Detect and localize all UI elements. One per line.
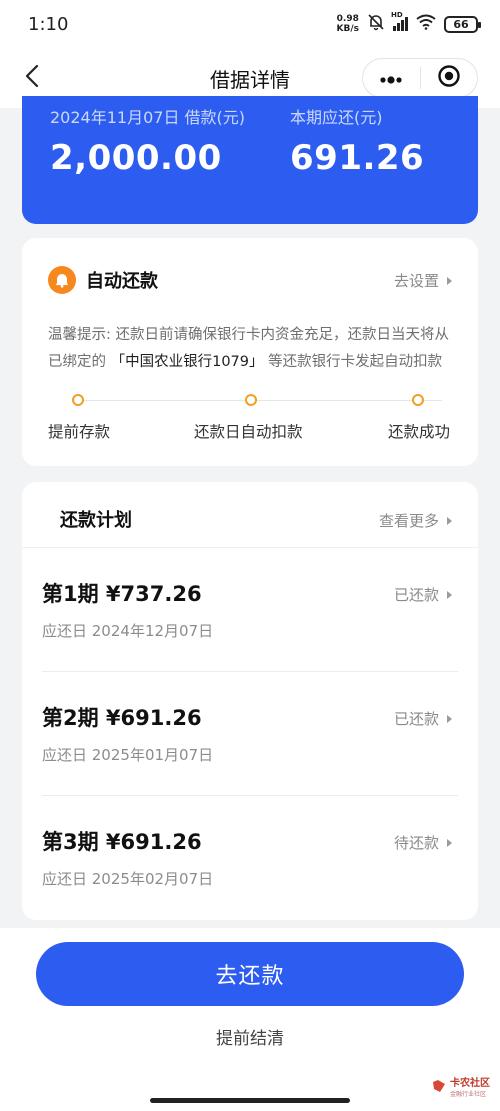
- period-amount: 第1期 ¥737.26: [42, 582, 202, 606]
- chevron-right-icon: [447, 276, 452, 285]
- back-arrow-icon: [25, 64, 39, 92]
- page: 1:10 0.98 KB/s HD 66 借据详情 2024年11月07日 借款…: [0, 0, 500, 1111]
- bound-bank-card: 「中国农业银行1079」: [110, 354, 264, 370]
- net-speed-unit: KB/s: [336, 24, 359, 34]
- net-speed: 0.98 KB/s: [337, 14, 359, 34]
- row-status-label: 已还款: [393, 586, 439, 604]
- row-status: 已还款: [394, 708, 452, 729]
- auto-repay-steps: 提前存款 还款日自动扣款 还款成功: [48, 394, 458, 444]
- chevron-right-icon: [447, 714, 452, 723]
- chevron-right-icon: [447, 516, 452, 525]
- net-speed-value: 0.98: [336, 14, 359, 24]
- page-title: 借据详情: [210, 67, 290, 92]
- view-more-link[interactable]: 查看更多: [379, 510, 452, 531]
- plan-row[interactable]: 第1期 ¥737.26 应还日 2024年12月07日 已还款: [22, 548, 478, 672]
- warm-tip-text: 温馨提示: 还款日前请确保银行卡内资金充足，还款日当天将从已绑定的 「中国农业银…: [48, 322, 458, 376]
- watermark-subtext: 金融行业社区: [450, 1091, 487, 1098]
- mute-bell-icon: [367, 13, 385, 36]
- repayment-plan-card: 还款计划 查看更多 第1期 ¥737.26 应还日 2024年12月07日 已还…: [22, 482, 478, 920]
- home-indicator[interactable]: [150, 1098, 350, 1103]
- repay-button[interactable]: 去还款: [36, 942, 464, 1006]
- plan-title: 还款计划: [60, 510, 132, 531]
- due-date: 应还日 2025年01月07日: [42, 746, 214, 764]
- row-status: 已还款: [394, 584, 452, 605]
- current-due-label: 本期应还(元): [290, 108, 383, 127]
- auto-repay-header: 自动还款: [48, 266, 158, 294]
- plan-row[interactable]: 第2期 ¥691.26 应还日 2025年01月07日 已还款: [22, 672, 478, 796]
- chevron-right-icon: [447, 590, 452, 599]
- chevron-right-icon: [447, 838, 452, 847]
- current-due-block: 本期应还(元) 691.26: [290, 104, 424, 178]
- step-dot: [412, 394, 424, 406]
- mini-program-capsule: [362, 58, 478, 98]
- back-button[interactable]: [16, 62, 48, 94]
- battery-indicator: 66: [444, 15, 481, 33]
- step-dot: [72, 394, 84, 406]
- watermark: 卡农社区 金融行业社区: [431, 1078, 490, 1098]
- loan-date-label: 2024年11月07日 借款(元): [50, 108, 246, 127]
- period-amount: 第2期 ¥691.26: [42, 706, 202, 730]
- plan-row[interactable]: 第3期 ¥691.26 应还日 2025年02月07日 待还款: [22, 796, 478, 920]
- due-date: 应还日 2024年12月07日: [42, 622, 214, 640]
- auto-repay-card: 自动还款 去设置 温馨提示: 还款日前请确保银行卡内资金充足，还款日当天将从已绑…: [22, 238, 478, 466]
- row-status-label: 已还款: [393, 710, 439, 728]
- view-more-label: 查看更多: [378, 512, 439, 530]
- status-icons: 0.98 KB/s HD 66: [337, 11, 481, 36]
- watermark-logo-icon: [431, 1078, 447, 1098]
- status-time: 1:10: [28, 13, 69, 35]
- row-status: 待还款: [394, 832, 452, 853]
- step-label-success: 还款成功: [388, 423, 451, 441]
- settings-link-label: 去设置: [393, 272, 439, 290]
- auto-repay-title: 自动还款: [86, 271, 158, 292]
- row-status-label: 待还款: [393, 834, 439, 852]
- signal-icon: HD: [391, 11, 408, 31]
- due-date: 应还日 2025年02月07日: [42, 870, 214, 888]
- period-amount: 第3期 ¥691.26: [42, 830, 202, 854]
- wifi-icon: [416, 14, 436, 35]
- tip-suffix: 等还款银行卡发起自动扣款: [263, 354, 443, 370]
- current-due-amount: 691.26: [290, 138, 425, 178]
- plan-header: 还款计划 查看更多: [22, 482, 478, 548]
- step-dot: [245, 394, 257, 406]
- early-settle-link[interactable]: 提前结清: [0, 1024, 500, 1049]
- more-button[interactable]: [363, 59, 420, 97]
- close-target-icon: [437, 64, 461, 92]
- status-bar: 1:10 0.98 KB/s HD 66: [0, 0, 500, 48]
- close-button[interactable]: [421, 59, 478, 97]
- steps-line: [78, 400, 442, 401]
- network-type-label: HD: [391, 11, 403, 19]
- loan-amount-block: 2024年11月07日 借款(元) 2,000.00: [50, 104, 245, 178]
- loan-amount: 2,000.00: [50, 138, 222, 178]
- step-label-auto-debit: 还款日自动扣款: [194, 423, 303, 441]
- loan-summary-card: 2024年11月07日 借款(元) 2,000.00 本期应还(元) 691.2…: [22, 96, 478, 224]
- auto-repay-settings-link[interactable]: 去设置: [394, 270, 452, 291]
- bottom-action-bar: 去还款 提前结清 卡农社区 金融行业社区: [0, 928, 500, 1111]
- step-label-deposit: 提前存款: [48, 423, 111, 441]
- bell-icon: [48, 266, 76, 294]
- watermark-text: 卡农社区: [450, 1078, 490, 1089]
- more-dots-icon: [379, 69, 403, 88]
